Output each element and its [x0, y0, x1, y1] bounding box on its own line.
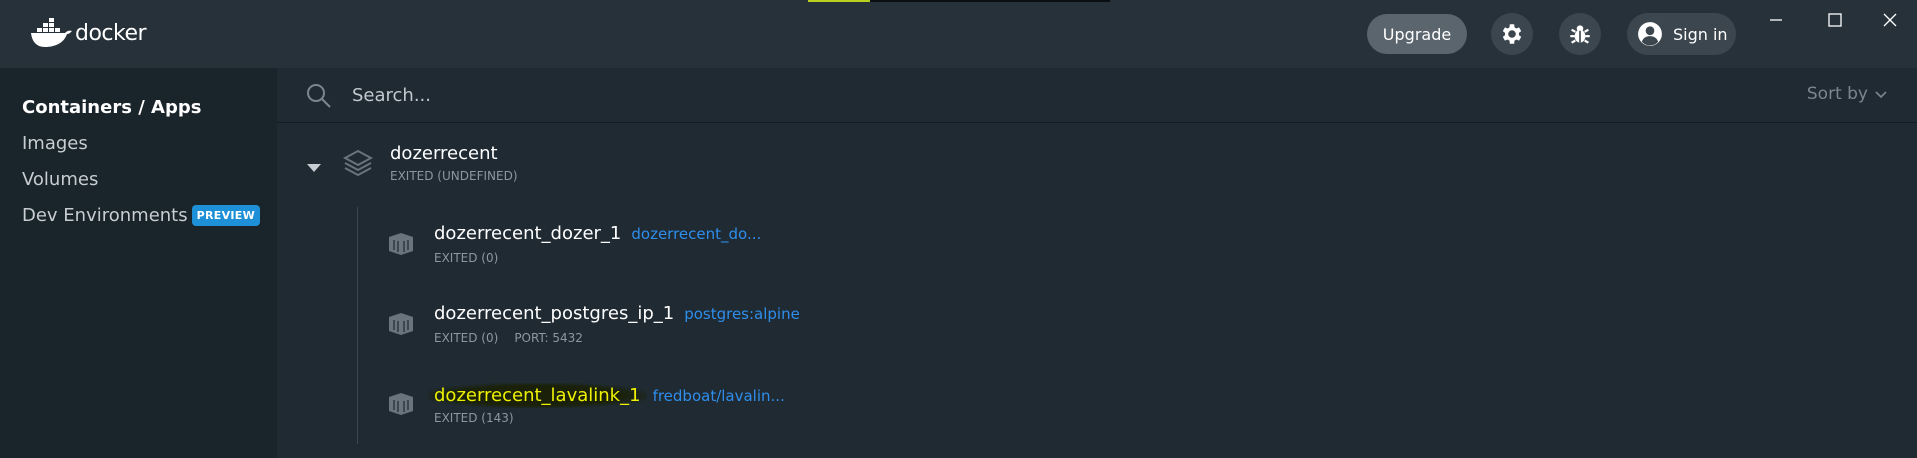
- search-input[interactable]: [350, 78, 1250, 112]
- container-port: PORT: 5432: [514, 331, 583, 345]
- container-name-group: dozerrecent_dozer_1 dozerrecent_do...: [434, 223, 761, 244]
- sign-in-label: Sign in: [1673, 24, 1728, 44]
- sidebar-item-dev-environments[interactable]: Dev Environments PREVIEW: [22, 202, 261, 228]
- docker-logo: docker: [29, 18, 147, 48]
- bug-icon: [1570, 25, 1590, 44]
- title-accent-highlight: [808, 0, 870, 2]
- container-image-link[interactable]: fredboat/lavalin...: [653, 387, 785, 405]
- container-icon: [389, 313, 413, 335]
- close-icon: [1883, 13, 1897, 27]
- container-row[interactable]: dozerrecent_lavalink_1 fredboat/lavalin.…: [387, 379, 1787, 431]
- settings-button[interactable]: [1491, 13, 1533, 55]
- app-row-dozerrecent[interactable]: [277, 135, 1917, 197]
- container-row[interactable]: dozerrecent_postgres_ip_1 postgres:alpin…: [387, 299, 1787, 351]
- container-status-group: EXITED (0): [434, 251, 498, 265]
- sidebar-item-label: Volumes: [22, 168, 99, 190]
- sidebar-item-containers-apps[interactable]: Containers / Apps: [22, 94, 201, 120]
- container-status: EXITED (0): [434, 331, 499, 345]
- container-icon: [389, 393, 413, 415]
- container-name: dozerrecent_postgres_ip_1: [434, 303, 675, 324]
- app-info: dozerrecent EXITED (UNDEFINED): [390, 143, 518, 183]
- container-image-link[interactable]: dozerrecent_do...: [631, 225, 761, 243]
- sign-in-button[interactable]: Sign in: [1627, 13, 1736, 55]
- app-status: EXITED (UNDEFINED): [390, 169, 518, 183]
- container-status-group: EXITED (143): [434, 411, 514, 425]
- main-panel: Sort by dozerrecent EXITED (UNDEFINED): [277, 68, 1917, 458]
- container-status: EXITED (0): [434, 251, 499, 265]
- preview-badge: PREVIEW: [191, 204, 261, 226]
- sidebar-item-label: Dev Environments: [22, 204, 188, 226]
- close-button[interactable]: [1870, 8, 1910, 32]
- container-image-link[interactable]: postgres:alpine: [684, 305, 800, 323]
- upgrade-button[interactable]: Upgrade: [1367, 14, 1467, 54]
- container-name: dozerrecent_dozer_1: [434, 223, 622, 244]
- chevron-down-icon: [1875, 91, 1887, 99]
- container-name-group: dozerrecent_postgres_ip_1 postgres:alpin…: [434, 303, 800, 324]
- container-name-group: dozerrecent_lavalink_1 fredboat/lavalin.…: [428, 383, 785, 408]
- title-bar: docker Upgrade Sign in: [0, 0, 1917, 68]
- troubleshoot-button[interactable]: [1559, 13, 1601, 55]
- stack-icon: [343, 149, 373, 177]
- maximize-button[interactable]: [1815, 8, 1855, 32]
- caret-down-icon[interactable]: [307, 163, 321, 173]
- search-icon: [307, 84, 331, 108]
- sidebar: Containers / Apps Images Volumes Dev Env…: [0, 68, 277, 458]
- user-icon: [1638, 22, 1662, 46]
- maximize-icon: [1828, 13, 1842, 27]
- app-name: dozerrecent: [390, 143, 498, 164]
- gear-icon: [1502, 24, 1522, 44]
- docker-whale-icon: [31, 18, 72, 47]
- sidebar-item-label: Images: [22, 132, 88, 154]
- search-bar: Sort by: [277, 68, 1917, 123]
- sidebar-item-label: Containers / Apps: [22, 96, 202, 118]
- logo-text: docker: [75, 20, 147, 46]
- sidebar-item-images[interactable]: Images: [22, 130, 88, 156]
- container-status-group: EXITED (0) PORT: 5432: [434, 331, 583, 345]
- tree-line: [357, 207, 358, 444]
- container-status: EXITED (143): [434, 411, 514, 425]
- sort-by-dropdown[interactable]: Sort by: [1807, 84, 1889, 104]
- container-row[interactable]: dozerrecent_dozer_1 dozerrecent_do... EX…: [387, 219, 1787, 271]
- minimize-icon: [1770, 19, 1782, 21]
- container-name-highlighted: dozerrecent_lavalink_1: [428, 383, 647, 408]
- container-icon: [389, 233, 413, 255]
- sort-by-label: Sort by: [1806, 84, 1868, 104]
- minimize-button[interactable]: [1756, 8, 1796, 32]
- sidebar-item-volumes[interactable]: Volumes: [22, 166, 98, 192]
